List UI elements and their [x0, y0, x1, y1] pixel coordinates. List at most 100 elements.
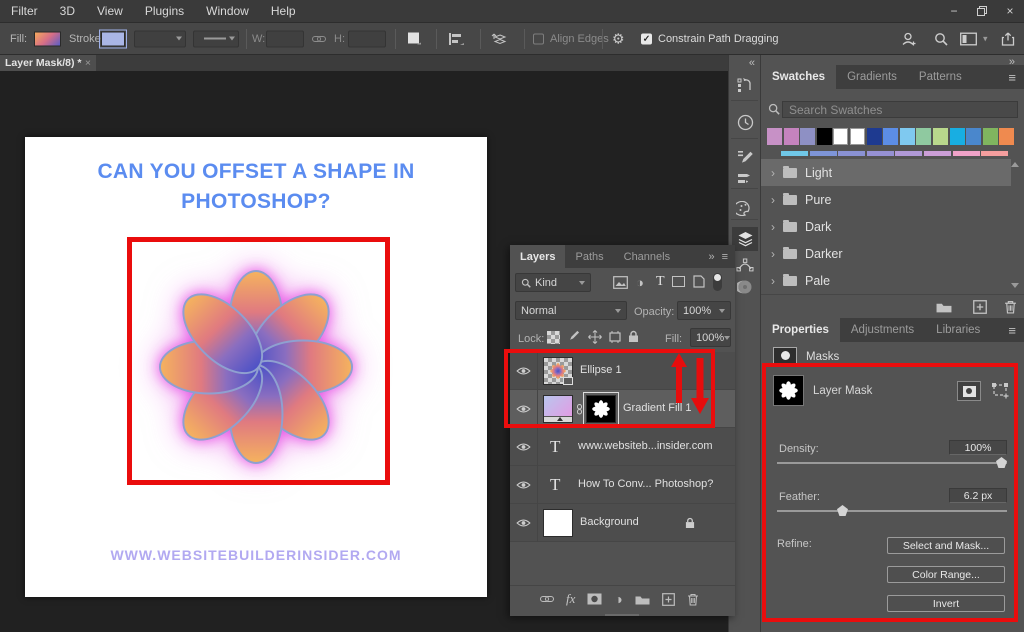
filter-smart-object-icon[interactable] [693, 275, 705, 288]
panel-expand-icon[interactable]: » [708, 251, 714, 263]
layer-row-text-howto[interactable]: T How To Conv... Photoshop? [510, 466, 735, 504]
tab-gradients[interactable]: Gradients [836, 65, 908, 89]
select-and-mask-button[interactable]: Select and Mask... [887, 537, 1005, 554]
fill-swatch[interactable] [34, 31, 61, 46]
path-arrangement-icon[interactable] [490, 31, 508, 47]
artboard[interactable]: CAN YOU OFFSET A SHAPE IN PHOTOSHOP? WWW… [25, 137, 487, 597]
tab-channels[interactable]: Channels [614, 245, 680, 268]
tab-libraries[interactable]: Libraries [925, 318, 991, 342]
layer-name[interactable]: How To Conv... Photoshop? [578, 478, 713, 490]
swatches-menu-icon[interactable]: ≡ [1008, 65, 1024, 89]
swatch-group-pale[interactable]: › Pale [761, 267, 1011, 294]
color-swatch[interactable] [999, 128, 1014, 145]
scroll-up-icon[interactable] [1011, 162, 1019, 167]
color-swatch[interactable] [924, 151, 951, 156]
tab-properties[interactable]: Properties [761, 318, 840, 342]
color-swatch[interactable] [781, 151, 808, 156]
tab-adjustments[interactable]: Adjustments [840, 318, 925, 342]
workspace-icon[interactable] [960, 32, 977, 45]
align-edges-checkbox[interactable] [533, 33, 544, 44]
menu-window[interactable]: Window [195, 4, 260, 18]
height-input[interactable] [348, 30, 386, 47]
color-swatch[interactable] [966, 128, 981, 145]
swatch-group-pure[interactable]: › Pure [761, 186, 1011, 213]
add-mask-icon[interactable] [587, 593, 602, 605]
color-swatch[interactable] [981, 151, 1008, 156]
filter-toggle[interactable] [713, 273, 722, 291]
color-swatch[interactable] [883, 128, 898, 145]
opacity-select[interactable]: 100% [677, 301, 731, 320]
color-swatch[interactable] [953, 151, 980, 156]
stroke-width-select[interactable] [134, 30, 186, 47]
visibility-eye-icon[interactable] [510, 352, 538, 390]
color-swatch[interactable] [900, 128, 915, 145]
density-value[interactable]: 100% [949, 440, 1007, 455]
filter-type-icon[interactable]: T [656, 274, 665, 290]
brush-settings-icon[interactable] [735, 148, 755, 168]
filter-image-icon[interactable] [613, 276, 628, 289]
feather-slider[interactable] [777, 510, 1007, 512]
stroke-type-select[interactable] [193, 30, 239, 47]
gradient-fill-thumbnail[interactable] [543, 395, 573, 423]
lock-artboard-icon[interactable] [608, 331, 622, 343]
tab-layers[interactable]: Layers [510, 245, 565, 268]
layer-mask-thumbnail[interactable] [773, 375, 804, 406]
lock-all-icon[interactable] [628, 330, 639, 343]
color-swatch[interactable] [933, 128, 948, 145]
blend-mode-select[interactable]: Normal [515, 301, 627, 320]
color-swatch[interactable] [850, 128, 865, 145]
history-icon[interactable] [735, 112, 755, 132]
color-swatch[interactable] [916, 128, 931, 145]
path-alignment-icon[interactable] [448, 32, 464, 46]
color-swatch[interactable] [817, 128, 832, 145]
color-swatch[interactable] [833, 128, 848, 145]
vector-mask-button[interactable] [991, 383, 1009, 399]
share-user-icon[interactable] [901, 31, 917, 46]
panel-menu-icon[interactable]: ≡ [722, 251, 728, 263]
gear-icon[interactable]: ⚙ [612, 30, 625, 47]
color-range-button[interactable]: Color Range... [887, 566, 1005, 583]
document-tab[interactable]: Layer Mask/8) * × [0, 55, 96, 71]
chevron-right-icon[interactable]: › [771, 166, 775, 180]
invert-button[interactable]: Invert [887, 595, 1005, 612]
color-swatch[interactable] [895, 151, 922, 156]
restore-icon[interactable] [968, 0, 996, 22]
chevron-right-icon[interactable]: › [771, 274, 775, 288]
layer-name[interactable]: Background [580, 516, 639, 528]
search-icon[interactable] [934, 32, 948, 46]
tab-paths[interactable]: Paths [565, 245, 613, 268]
menu-view[interactable]: View [86, 4, 134, 18]
tab-swatches[interactable]: Swatches [761, 65, 836, 89]
color-swatch[interactable] [867, 151, 894, 156]
swatch-search-input[interactable]: Search Swatches [782, 101, 1018, 118]
chevron-right-icon[interactable]: › [771, 220, 775, 234]
menu-filter[interactable]: Filter [0, 4, 49, 18]
workspace-caret-icon[interactable]: ▾ [983, 33, 988, 44]
collapse-panels-icon[interactable]: « [749, 57, 755, 69]
color-palette-icon[interactable] [735, 198, 755, 218]
panel-resize-grip[interactable] [605, 614, 639, 616]
visibility-eye-icon[interactable] [510, 428, 538, 466]
link-dimensions-icon[interactable] [312, 35, 326, 43]
delete-swatch-icon[interactable] [1004, 300, 1017, 314]
width-input[interactable] [266, 30, 304, 47]
document-close-icon[interactable]: × [85, 57, 91, 69]
density-slider[interactable] [777, 462, 1007, 464]
menu-help[interactable]: Help [260, 4, 307, 18]
stroke-swatch[interactable] [101, 31, 125, 46]
color-swatch[interactable] [983, 128, 998, 145]
scroll-down-icon[interactable] [1011, 283, 1019, 288]
masks-icon[interactable] [773, 347, 797, 364]
tab-patterns[interactable]: Patterns [908, 65, 973, 89]
new-group-icon[interactable] [635, 594, 650, 605]
swatch-group-darker[interactable]: › Darker [761, 240, 1011, 267]
swatch-group-light[interactable]: › Light [761, 159, 1011, 186]
fill-select[interactable]: 100% [690, 328, 731, 347]
new-layer-icon[interactable] [662, 593, 675, 606]
visibility-eye-icon[interactable] [510, 466, 538, 504]
new-group-icon[interactable] [936, 301, 952, 313]
density-slider-thumb[interactable] [996, 457, 1007, 468]
link-layers-icon[interactable] [540, 595, 554, 603]
chevron-right-icon[interactable]: › [771, 193, 775, 207]
feather-slider-thumb[interactable] [837, 505, 848, 516]
